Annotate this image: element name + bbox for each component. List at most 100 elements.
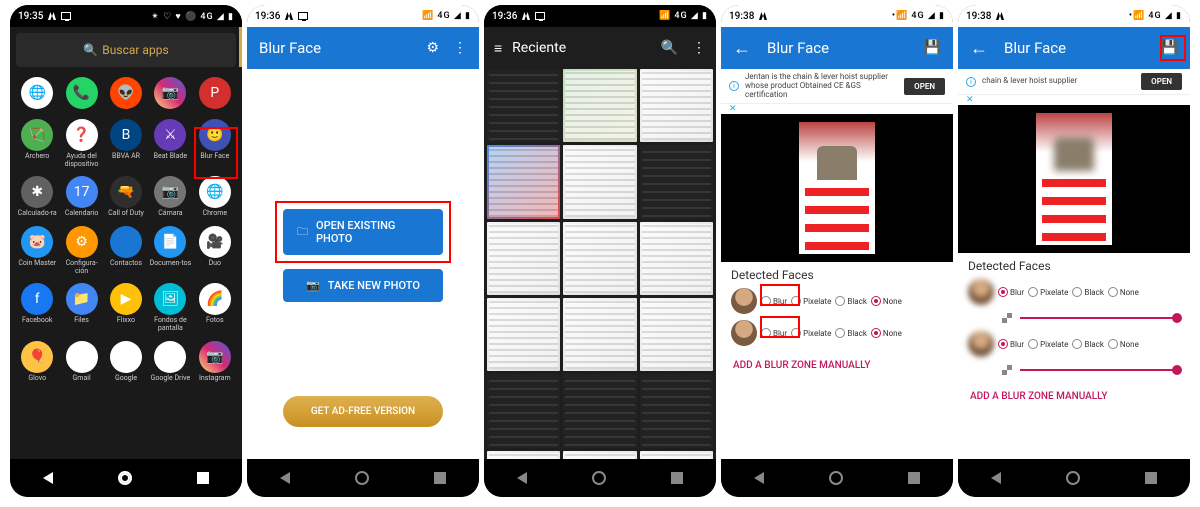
app-call-of-duty[interactable]: 🔫Call of Duty — [105, 176, 147, 218]
search-icon[interactable]: 🔍 — [661, 40, 678, 56]
nav-back[interactable] — [991, 472, 1001, 484]
search-apps-input[interactable]: 🔍 Buscar apps — [16, 33, 236, 67]
radio-blur[interactable]: Blur — [998, 287, 1024, 297]
nav-back[interactable] — [754, 472, 764, 484]
highlight-open-photo — [275, 201, 451, 263]
blur-amount-slider[interactable] — [968, 363, 1180, 383]
image-thumb[interactable] — [563, 69, 636, 142]
nav-recent[interactable] — [434, 472, 446, 484]
app-documen-tos[interactable]: 📄Documen-tos — [149, 226, 191, 275]
back-icon[interactable]: ← — [733, 38, 751, 59]
app-fondos-de-pantalla[interactable]: 🖼Fondos de pantalla — [149, 283, 191, 332]
radio-blur[interactable]: Blur — [998, 339, 1024, 349]
image-thumb[interactable] — [640, 222, 713, 295]
app-duo[interactable]: 🎥Duo — [194, 226, 236, 275]
app-gmail[interactable]: ✉Gmail — [60, 341, 102, 383]
radio-none[interactable]: None — [871, 328, 902, 338]
app-facebook[interactable]: fFacebook — [16, 283, 58, 332]
nav-back[interactable] — [43, 472, 53, 484]
app-google-drive[interactable]: △Google Drive — [149, 341, 191, 383]
app-calculado-ra[interactable]: ✱Calculado-ra — [16, 176, 58, 218]
app-c-mara[interactable]: 📷Cámara — [149, 176, 191, 218]
radio-none[interactable]: None — [1108, 339, 1139, 349]
overflow-icon[interactable]: ⋮ — [692, 40, 706, 56]
radio-none[interactable]: None — [1108, 287, 1139, 297]
app-ayuda-del-dispositivo[interactable]: ❓Ayuda del dispositivo — [60, 119, 102, 168]
ad-info-icon: i — [729, 81, 739, 91]
nav-back[interactable] — [517, 472, 527, 484]
blur-amount-slider[interactable] — [968, 311, 1180, 331]
back-icon[interactable]: ← — [970, 38, 988, 59]
app-fotos[interactable]: 🌈Fotos — [194, 283, 236, 332]
nav-home[interactable] — [355, 471, 369, 485]
nav-home[interactable] — [118, 471, 132, 485]
app-coin-master[interactable]: 🐷Coin Master — [16, 226, 58, 275]
image-thumb[interactable] — [487, 145, 560, 218]
app-icon[interactable]: 🌐 — [16, 77, 58, 111]
add-blur-zone-button[interactable]: ADD A BLUR ZONE MANUALLY — [968, 383, 1180, 410]
image-thumb[interactable] — [487, 374, 560, 447]
app-title: Blur Face — [1004, 39, 1147, 57]
image-thumb[interactable] — [640, 69, 713, 142]
image-thumb[interactable] — [563, 298, 636, 371]
image-thumb[interactable] — [563, 145, 636, 218]
radio-black[interactable]: Black — [1072, 339, 1104, 349]
image-thumb[interactable] — [640, 298, 713, 371]
radio-black[interactable]: Black — [835, 328, 867, 338]
app-bbva-ar[interactable]: BBBVA AR — [105, 119, 147, 168]
radio-black[interactable]: Black — [835, 296, 867, 306]
app-google[interactable]: GGoogle — [105, 341, 147, 383]
get-adfree-button[interactable]: GET AD-FREE VERSION — [283, 396, 443, 427]
app-chrome[interactable]: 🌐Chrome — [194, 176, 236, 218]
image-preview[interactable] — [958, 105, 1190, 253]
image-thumb[interactable] — [563, 374, 636, 447]
app-files[interactable]: 📁Files — [60, 283, 102, 332]
ad-close-icon[interactable]: ✕ — [958, 95, 1190, 105]
app-icon[interactable]: P — [194, 77, 236, 111]
ad-open-button[interactable]: OPEN — [1141, 73, 1182, 90]
app-icon[interactable]: 📞 — [60, 77, 102, 111]
overflow-icon[interactable]: ⋮ — [453, 40, 467, 56]
radio-black[interactable]: Black — [1072, 287, 1104, 297]
menu-icon[interactable]: ≡ — [494, 40, 502, 57]
add-blur-zone-button[interactable]: ADD A BLUR ZONE MANUALLY — [731, 352, 943, 379]
nav-home[interactable] — [1066, 471, 1080, 485]
nav-recent[interactable] — [1145, 472, 1157, 484]
save-icon[interactable]: 💾 — [924, 40, 941, 56]
radio-pixelate[interactable]: Pixelate — [1028, 287, 1068, 297]
ad-banner[interactable]: i Jentan is the chain & lever hoist supp… — [721, 69, 953, 104]
settings-icon[interactable]: ⚙ — [426, 40, 439, 56]
nav-recent[interactable] — [197, 472, 209, 484]
nav-recent[interactable] — [671, 472, 683, 484]
app-icon[interactable]: 👽 — [105, 77, 147, 111]
app-instagram[interactable]: 📷Instagram — [194, 341, 236, 383]
image-preview[interactable] — [721, 114, 953, 262]
app-archero[interactable]: 🏹Archero — [16, 119, 58, 168]
nav-home[interactable] — [592, 471, 606, 485]
ad-close-icon[interactable]: ✕ — [721, 104, 953, 114]
image-thumb[interactable] — [640, 451, 713, 459]
radio-pixelate[interactable]: Pixelate — [1028, 339, 1068, 349]
ad-banner[interactable]: i chain & lever hoist supplier OPEN — [958, 69, 1190, 95]
image-thumb[interactable] — [487, 451, 560, 459]
app-icon[interactable]: 📷 — [149, 77, 191, 111]
app-glovo[interactable]: 🎈Glovo — [16, 341, 58, 383]
image-thumb[interactable] — [640, 374, 713, 447]
app-flixxo[interactable]: ▶Flixxo — [105, 283, 147, 332]
app-calendario[interactable]: 17Calendario — [60, 176, 102, 218]
image-thumb[interactable] — [640, 145, 713, 218]
image-thumb[interactable] — [563, 222, 636, 295]
image-thumb[interactable] — [563, 451, 636, 459]
app-contactos[interactable]: 👤Contactos — [105, 226, 147, 275]
nav-recent[interactable] — [908, 472, 920, 484]
image-thumb[interactable] — [487, 298, 560, 371]
app-configura-ci-n[interactable]: ⚙Configura-ción — [60, 226, 102, 275]
nav-back[interactable] — [280, 472, 290, 484]
image-thumb[interactable] — [487, 69, 560, 142]
nav-home[interactable] — [829, 471, 843, 485]
image-thumb[interactable] — [487, 222, 560, 295]
radio-none[interactable]: None — [871, 296, 902, 306]
ad-open-button[interactable]: OPEN — [904, 78, 945, 95]
take-new-photo-button[interactable]: 📷 TAKE NEW PHOTO — [283, 269, 443, 302]
app-beat-blade[interactable]: ⚔Beat Blade — [149, 119, 191, 168]
